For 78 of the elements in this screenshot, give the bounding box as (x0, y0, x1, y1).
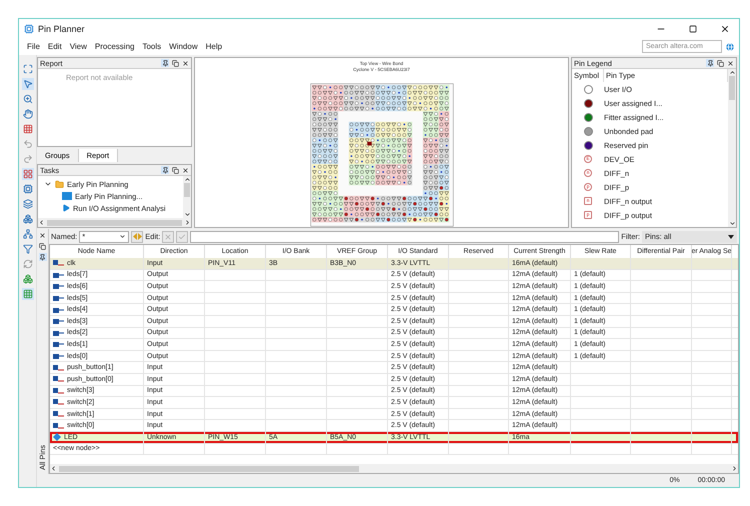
globe-icon[interactable] (725, 42, 735, 52)
diamond-icon (53, 433, 61, 442)
window-icon (62, 192, 72, 200)
restore-icon[interactable] (171, 59, 179, 67)
cross-icon (164, 232, 172, 240)
double-arrow-icon (132, 233, 142, 240)
redo-icon[interactable] (22, 153, 34, 165)
scroll-right-icon[interactable] (184, 219, 191, 226)
network-icon[interactable] (22, 228, 34, 240)
scrollbar[interactable] (50, 464, 738, 473)
output-pin-icon (53, 294, 64, 302)
scroll-up-icon[interactable] (184, 176, 190, 183)
output-pin-icon (53, 306, 64, 314)
output-pin-icon (53, 340, 64, 348)
maximize-icon (689, 24, 697, 32)
scroll-right-icon[interactable] (731, 465, 738, 472)
input-pin-icon (53, 422, 64, 430)
app-icon (24, 24, 34, 34)
pin-icon[interactable] (161, 166, 169, 174)
menu-item[interactable]: Edit (44, 42, 66, 51)
edit-field[interactable] (190, 230, 620, 242)
scroll-thumb[interactable] (59, 466, 359, 472)
pointer-icon[interactable] (22, 78, 34, 90)
close-icon (720, 24, 730, 34)
menu-item[interactable]: Help (202, 42, 226, 51)
play-icon (62, 204, 70, 212)
caret-icon (728, 234, 734, 238)
scrollbar[interactable] (183, 176, 191, 218)
menu-item[interactable]: Processing (90, 42, 138, 51)
restore-icon[interactable] (38, 242, 46, 250)
pin-icon[interactable] (38, 253, 46, 261)
scrollbar[interactable] (38, 218, 191, 227)
filter-icon[interactable] (22, 243, 34, 255)
scroll-thumb[interactable] (729, 76, 735, 100)
scroll-thumb[interactable] (184, 183, 190, 197)
undo-icon[interactable] (22, 138, 34, 150)
caret-icon (119, 233, 126, 240)
module-icon[interactable] (22, 273, 34, 285)
input-pin-icon (53, 386, 64, 395)
output-pin-icon (53, 328, 64, 337)
pin-icon[interactable] (706, 59, 714, 67)
output-pin-icon (53, 317, 64, 326)
scroll-left-icon[interactable] (50, 465, 57, 472)
expand-caret-icon[interactable] (44, 180, 52, 188)
menu-item[interactable]: View (66, 42, 91, 51)
refresh-icon[interactable] (22, 258, 34, 270)
output-pin-icon (53, 352, 64, 360)
close-icon[interactable] (726, 59, 734, 67)
output-pin-icon (53, 282, 64, 290)
restore-icon[interactable] (171, 166, 179, 174)
scroll-up-icon[interactable] (728, 69, 736, 76)
hand-icon[interactable] (22, 108, 34, 120)
restore-icon[interactable] (716, 59, 724, 67)
scroll-down-icon[interactable] (184, 211, 190, 218)
scroll-thumb[interactable] (47, 220, 182, 226)
input-pin-icon (53, 259, 64, 268)
input-pin-icon (53, 398, 64, 406)
input-pin-icon (53, 375, 64, 384)
scrollbar[interactable] (728, 69, 736, 227)
scroll-left-icon[interactable] (38, 219, 45, 226)
close-icon[interactable] (181, 166, 189, 174)
folder-icon (55, 180, 64, 188)
menu-item[interactable]: File (23, 42, 44, 51)
scroll-down-icon[interactable] (728, 220, 736, 227)
menu-item[interactable]: Tools (138, 42, 166, 51)
close-icon[interactable] (181, 59, 189, 67)
output-pin-icon (53, 270, 64, 279)
grid-icon[interactable] (22, 288, 34, 300)
window-title: Pin Planner (38, 24, 86, 34)
pin-icon[interactable] (161, 59, 169, 67)
blocks-icon[interactable] (22, 213, 34, 225)
chip-icon[interactable] (22, 183, 34, 195)
close-icon[interactable] (38, 231, 46, 239)
input-pin-icon (53, 410, 64, 418)
check-icon (178, 232, 186, 240)
input-pin-icon (53, 364, 64, 372)
zoom-icon[interactable] (22, 93, 34, 105)
menu-item[interactable]: Window (165, 42, 202, 51)
